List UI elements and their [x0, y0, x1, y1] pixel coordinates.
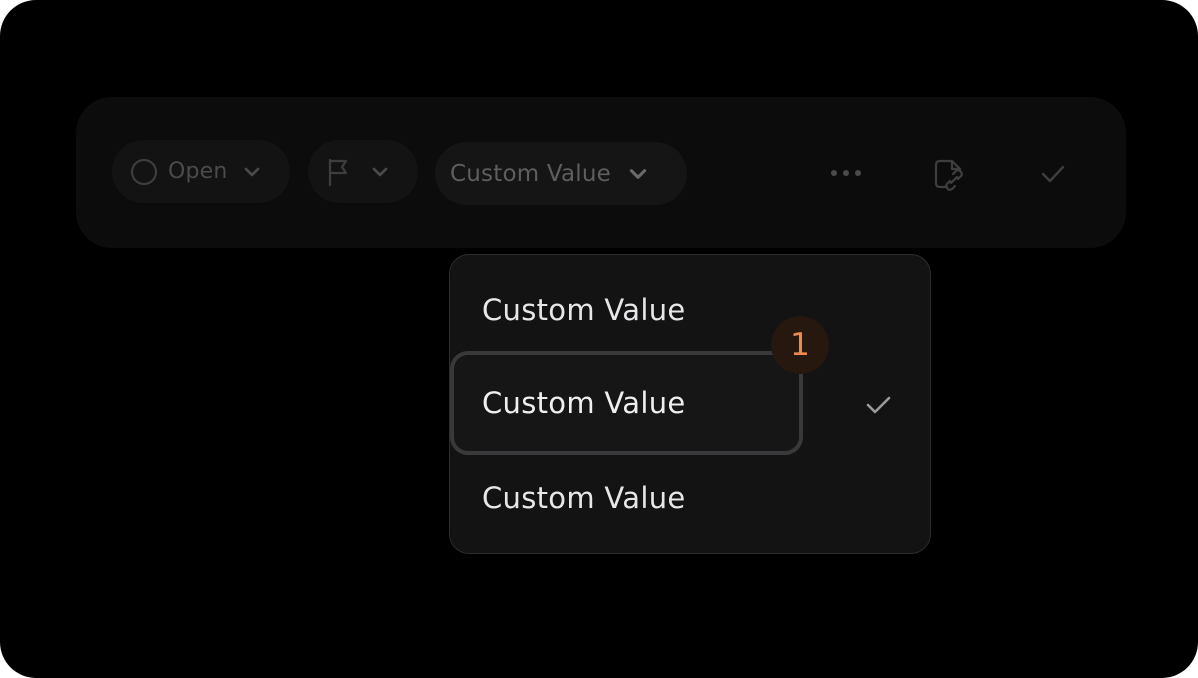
priority-flag-selector[interactable]	[308, 140, 418, 203]
toolbar: Open Custom Value	[76, 97, 1126, 248]
status-label: Open	[168, 159, 228, 184]
custom-field-selector[interactable]: Custom Value	[435, 142, 687, 205]
check-icon	[1038, 161, 1068, 187]
app-frame: Open Custom Value Custom Value Custom Va…	[0, 0, 1198, 678]
attach-link-button[interactable]	[932, 157, 966, 191]
file-link-icon	[932, 157, 966, 191]
dropdown-option-selected[interactable]: Custom Value	[450, 358, 930, 448]
flag-icon	[326, 157, 352, 187]
custom-value-dropdown: Custom Value Custom Value Custom Value 1	[449, 254, 931, 554]
option-label: Custom Value	[482, 293, 686, 327]
chevron-down-icon	[370, 162, 390, 182]
check-icon	[864, 392, 894, 418]
more-horizontal-icon	[828, 161, 864, 185]
custom-field-label: Custom Value	[450, 160, 611, 187]
status-selector[interactable]: Open	[112, 140, 290, 203]
dropdown-option[interactable]: Custom Value	[450, 265, 930, 355]
chevron-down-icon	[242, 162, 262, 182]
option-label: Custom Value	[482, 481, 686, 515]
dropdown-option[interactable]: Custom Value	[450, 453, 930, 543]
circle-icon	[130, 158, 158, 186]
complete-button[interactable]	[1038, 161, 1068, 187]
more-options-button[interactable]	[828, 161, 864, 185]
option-label: Custom Value	[482, 386, 686, 420]
chevron-down-icon	[627, 163, 649, 185]
step-number-badge: 1	[771, 316, 829, 374]
